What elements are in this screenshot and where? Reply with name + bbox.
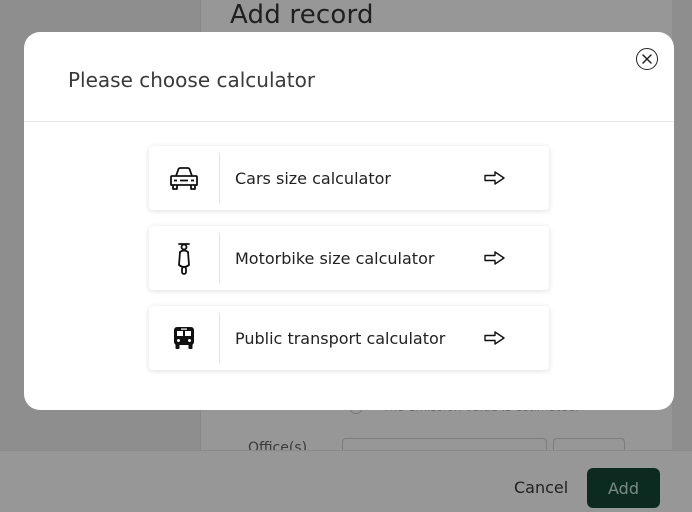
calculator-modal: Please choose calculator Cars size calcu… (24, 32, 674, 410)
page-margin (672, 0, 692, 450)
add-button[interactable]: Add (587, 468, 660, 508)
close-icon (642, 54, 652, 64)
arrow-right-icon (483, 170, 507, 186)
motorbike-icon (149, 233, 220, 283)
page-title: Add record (230, 0, 374, 30)
arrow-right-icon (483, 330, 507, 346)
option-label: Cars size calculator (235, 168, 391, 188)
calculator-options: Cars size calculator Motorbike size calc… (149, 146, 549, 386)
modal-title: Please choose calculator (68, 68, 316, 92)
cars-calculator-option[interactable]: Cars size calculator (149, 146, 549, 210)
public-transport-calculator-option[interactable]: Public transport calculator (149, 306, 549, 370)
option-label: Motorbike size calculator (235, 248, 435, 268)
close-button[interactable] (636, 48, 658, 70)
cancel-button[interactable]: Cancel (514, 478, 568, 497)
motorbike-calculator-option[interactable]: Motorbike size calculator (149, 226, 549, 290)
arrow-right-icon (483, 250, 507, 266)
car-icon (149, 153, 220, 203)
modal-divider (24, 121, 674, 122)
bus-icon (149, 313, 220, 363)
option-label: Public transport calculator (235, 328, 446, 348)
